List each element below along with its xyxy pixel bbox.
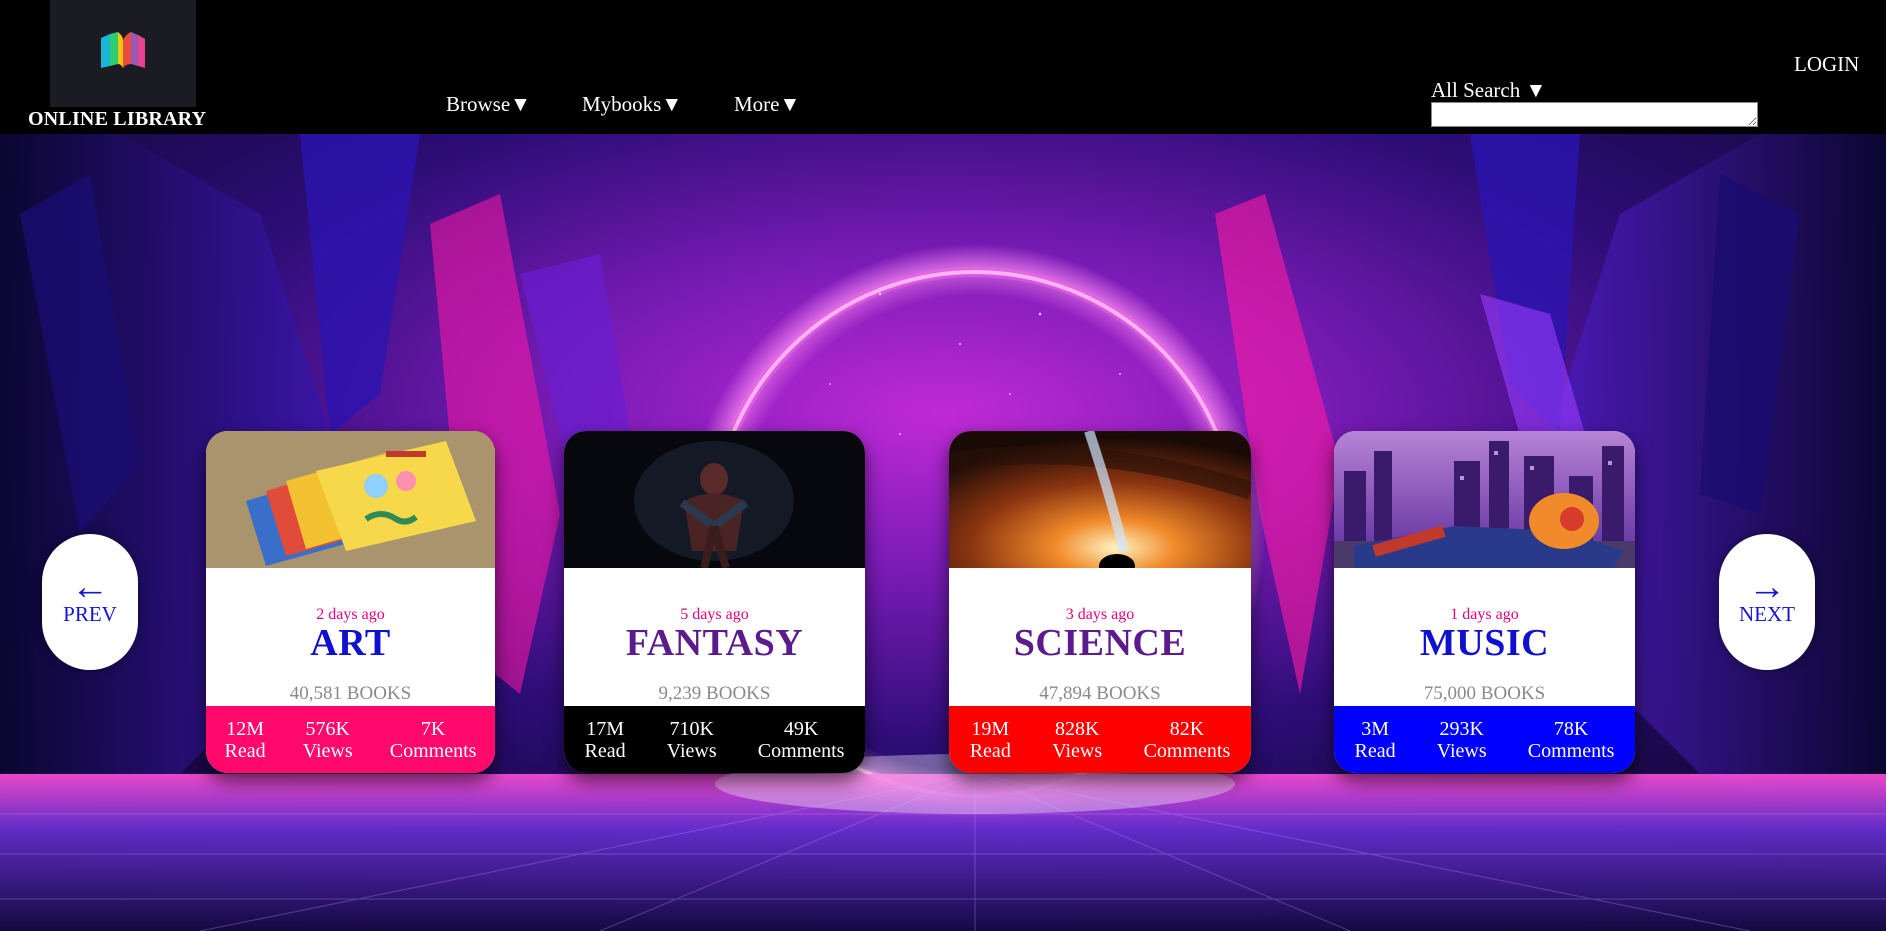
category-card-fantasy[interactable]: 5 days ago FANTASY 9,239 BOOKS 17M Read 7… bbox=[564, 431, 865, 773]
stat-views: 576K Views bbox=[302, 717, 353, 762]
card-stats: 19M Read 828K Views 82K Comments bbox=[949, 706, 1251, 773]
logo[interactable] bbox=[50, 0, 196, 107]
stat-read: 19M Read bbox=[969, 717, 1011, 762]
top-navbar: ONLINE LIBRARY Browse▼ Mybooks▼ More▼ Al… bbox=[0, 0, 1886, 134]
left-arrow-icon: ← bbox=[71, 566, 109, 608]
card-title[interactable]: FANTASY bbox=[564, 621, 865, 665]
stat-views: 828K Views bbox=[1052, 717, 1103, 762]
stack-of-childrens-books-image bbox=[206, 431, 495, 568]
stat-comments: 82K Comments bbox=[1143, 717, 1231, 762]
card-stats: 12M Read 576K Views 7K Comments bbox=[206, 706, 495, 773]
prev-label: PREV bbox=[63, 602, 117, 626]
category-card-music[interactable]: 1 days ago MUSIC 75,000 BOOKS 3M Read 293… bbox=[1334, 431, 1635, 773]
prev-button[interactable]: ← PREV bbox=[42, 534, 138, 670]
stat-read: 3M Read bbox=[1354, 717, 1396, 762]
spiderman-dark-image bbox=[564, 431, 865, 568]
search-input[interactable] bbox=[1431, 102, 1758, 127]
spiderman-city-image bbox=[1334, 431, 1635, 568]
right-arrow-icon: → bbox=[1748, 566, 1786, 608]
card-title[interactable]: SCIENCE bbox=[949, 621, 1251, 665]
category-card-art[interactable]: 2 days ago ART 40,581 BOOKS 12M Read 576K… bbox=[206, 431, 495, 773]
card-book-count: 75,000 BOOKS bbox=[1423, 683, 1546, 704]
stat-read: 12M Read bbox=[224, 717, 266, 762]
stat-views: 293K Views bbox=[1436, 717, 1487, 762]
card-book-count: 47,894 BOOKS bbox=[1039, 683, 1161, 704]
stat-read: 17M Read bbox=[584, 717, 626, 762]
stat-comments: 78K Comments bbox=[1527, 717, 1615, 762]
stat-comments: 49K Comments bbox=[757, 717, 845, 762]
card-book-count: 9,239 BOOKS bbox=[658, 683, 771, 704]
card-title[interactable]: MUSIC bbox=[1334, 621, 1635, 665]
nav-more[interactable]: More▼ bbox=[734, 92, 800, 117]
next-button[interactable]: → NEXT bbox=[1719, 534, 1815, 670]
book-logo-icon bbox=[101, 32, 145, 68]
card-title[interactable]: ART bbox=[206, 621, 495, 665]
next-label: NEXT bbox=[1739, 602, 1795, 626]
stat-comments: 7K Comments bbox=[389, 717, 477, 762]
search-scope-dropdown[interactable]: All Search ▼ bbox=[1431, 78, 1546, 103]
card-book-count: 40,581 BOOKS bbox=[289, 683, 412, 704]
card-stats: 17M Read 710K Views 49K Comments bbox=[564, 706, 865, 773]
login-link[interactable]: LOGIN bbox=[1794, 52, 1859, 77]
category-card-science[interactable]: 3 days ago SCIENCE 47,894 BOOKS 19M Read … bbox=[949, 431, 1251, 773]
black-hole-image bbox=[949, 431, 1251, 568]
card-stats: 3M Read 293K Views 78K Comments bbox=[1334, 706, 1635, 773]
site-title[interactable]: ONLINE LIBRARY bbox=[28, 108, 206, 131]
nav-mybooks[interactable]: Mybooks▼ bbox=[582, 92, 682, 117]
nav-browse[interactable]: Browse▼ bbox=[446, 92, 531, 117]
stat-views: 710K Views bbox=[666, 717, 717, 762]
